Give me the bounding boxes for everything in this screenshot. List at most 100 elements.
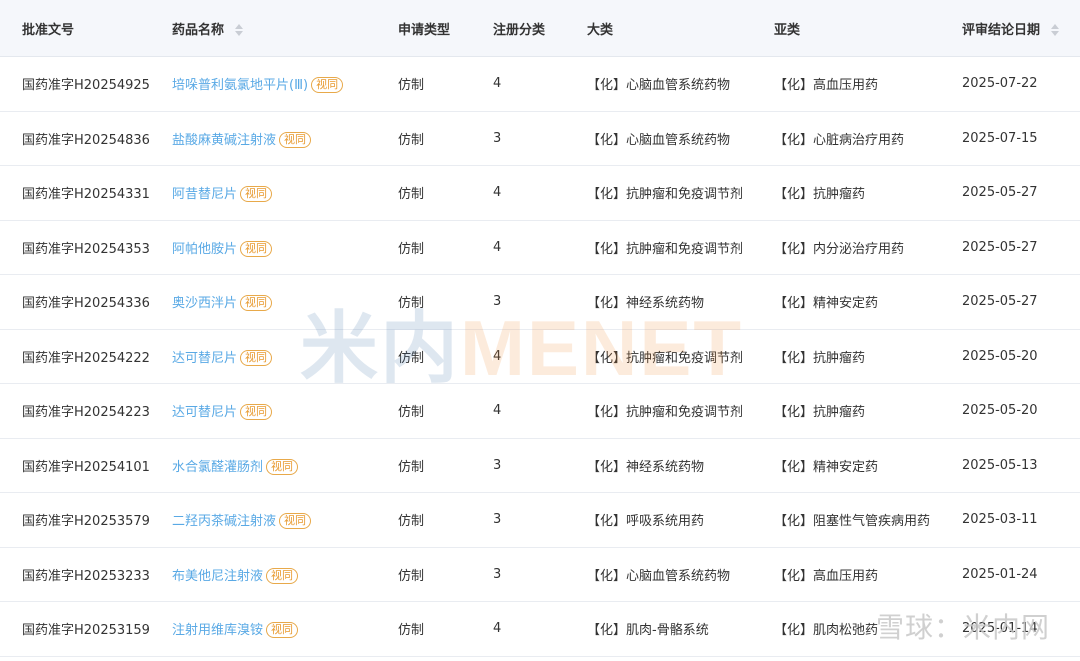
col-header-review-date[interactable]: 评审结论日期	[939, 19, 1080, 38]
drug-name-cell: 奥沙西泮片 视同	[150, 292, 375, 312]
approval-no: 国药准字H20254925	[22, 78, 150, 94]
apply-type: 仿制	[398, 405, 425, 421]
drug-name-link[interactable]: 奥沙西泮片	[172, 296, 237, 311]
approval-no: 国药准字H20254223	[22, 405, 150, 421]
review-date: 2025-03-11	[962, 512, 1038, 528]
drug-name-link[interactable]: 阿昔替尼片	[172, 187, 237, 202]
apply-type: 仿制	[398, 623, 425, 639]
category: 【化】抗肿瘤和免疫调节剂	[587, 405, 744, 421]
table-row: 国药准字H20254353 阿帕他胺片 视同 仿制 4 【化】抗肿瘤和免疫调节剂 【化】内分…	[0, 221, 1080, 275]
review-date: 2025-05-27	[962, 239, 1038, 255]
equivalent-tag: 视同	[240, 404, 273, 421]
approval-no: 国药准字H20253159	[22, 623, 150, 639]
review-date: 2025-01-14	[962, 621, 1038, 637]
drug-name-link[interactable]: 达可替尼片	[172, 351, 237, 366]
subcategory: 【化】高血压用药	[774, 78, 879, 94]
table-body: 国药准字H20254925 培哚普利氨氯地平片(Ⅲ) 视同 仿制 4 【化】心脑血管系统药…	[0, 57, 1080, 657]
equivalent-tag: 视同	[240, 186, 273, 203]
drug-name-cell: 水合氯醛灌肠剂 视同	[150, 456, 375, 475]
subcategory: 【化】抗肿瘤药	[774, 187, 866, 203]
approval-no: 国药准字H20254222	[22, 350, 150, 366]
sort-icon[interactable]	[1050, 24, 1059, 36]
category: 【化】肌肉-骨骼系统	[587, 623, 709, 639]
equivalent-tag: 视同	[266, 622, 299, 639]
reg-class: 4	[493, 76, 502, 92]
review-date: 2025-05-20	[962, 403, 1038, 419]
subcategory: 【化】抗肿瘤药	[774, 405, 866, 421]
equivalent-tag: 视同	[311, 77, 344, 94]
drug-name-link[interactable]: 二羟丙茶碱注射液	[172, 514, 276, 529]
table-row: 国药准字H20254925 培哚普利氨氯地平片(Ⅲ) 视同 仿制 4 【化】心脑血管系统药…	[0, 57, 1080, 112]
review-date: 2025-05-27	[962, 294, 1038, 310]
equivalent-tag: 视同	[266, 567, 299, 584]
table-row: 国药准字H20253159 注射用维库溴铵 视同 仿制 4 【化】肌肉-骨骼系统 【化】肌肉…	[0, 602, 1080, 657]
category: 【化】抗肿瘤和免疫调节剂	[587, 187, 744, 203]
category: 【化】抗肿瘤和免疫调节剂	[587, 241, 744, 257]
approval-no: 国药准字H20254353	[22, 241, 150, 257]
apply-type: 仿制	[398, 241, 425, 257]
drug-name-cell: 布美他尼注射液 视同	[150, 565, 375, 584]
table-row: 国药准字H20254101 水合氯醛灌肠剂 视同 仿制 3 【化】神经系统药物 【化】精神安…	[0, 439, 1080, 493]
reg-class: 3	[493, 130, 502, 146]
col-header-review-date-label: 评审结论日期	[962, 22, 1041, 38]
drug-name-cell: 培哚普利氨氯地平片(Ⅲ) 视同	[150, 74, 375, 94]
category: 【化】呼吸系统用药	[587, 514, 705, 530]
table-row: 国药准字H20253579 二羟丙茶碱注射液 视同 仿制 3 【化】呼吸系统用药 【化】阻塞…	[0, 493, 1080, 548]
drug-name-cell: 注射用维库溴铵 视同	[150, 619, 375, 639]
subcategory: 【化】心脏病治疗用药	[774, 132, 905, 148]
drug-name-cell: 盐酸麻黄碱注射液 视同	[150, 129, 375, 148]
approval-no: 国药准字H20253579	[22, 514, 150, 530]
approval-no: 国药准字H20253233	[22, 568, 150, 584]
subcategory: 【化】内分泌治疗用药	[774, 241, 905, 257]
reg-class: 4	[493, 239, 502, 255]
category: 【化】心脑血管系统药物	[587, 132, 731, 148]
equivalent-tag: 视同	[240, 349, 273, 366]
drug-name-link[interactable]: 水合氯醛灌肠剂	[172, 460, 263, 475]
approval-no: 国药准字H20254836	[22, 132, 150, 148]
category: 【化】抗肿瘤和免疫调节剂	[587, 350, 744, 366]
drug-name-link[interactable]: 培哚普利氨氯地平片(Ⅲ)	[172, 78, 308, 93]
col-header-category: 大类	[587, 22, 614, 38]
subcategory: 【化】抗肿瘤药	[774, 350, 866, 366]
review-date: 2025-07-15	[962, 130, 1038, 146]
reg-class: 3	[493, 566, 502, 582]
review-date: 2025-05-13	[962, 457, 1038, 473]
col-header-apply-type: 申请类型	[398, 22, 451, 38]
table-row: 国药准字H20253233 布美他尼注射液 视同 仿制 3 【化】心脑血管系统药物 【化】高…	[0, 548, 1080, 602]
equivalent-tag: 视同	[279, 513, 312, 530]
approval-no: 国药准字H20254336	[22, 296, 150, 312]
approval-no: 国药准字H20254331	[22, 187, 150, 203]
apply-type: 仿制	[398, 514, 425, 530]
reg-class: 3	[493, 294, 502, 310]
category: 【化】神经系统药物	[587, 459, 705, 475]
subcategory: 【化】高血压用药	[774, 568, 879, 584]
equivalent-tag: 视同	[240, 240, 273, 257]
review-date: 2025-07-22	[962, 76, 1038, 92]
review-date: 2025-05-27	[962, 185, 1038, 201]
col-header-drug-name[interactable]: 药品名称	[150, 19, 375, 38]
table-row: 国药准字H20254331 阿昔替尼片 视同 仿制 4 【化】抗肿瘤和免疫调节剂 【化】抗肿…	[0, 166, 1080, 221]
table-row: 国药准字H20254222 达可替尼片 视同 仿制 4 【化】抗肿瘤和免疫调节剂 【化】抗肿…	[0, 330, 1080, 384]
subcategory: 【化】阻塞性气管疾病用药	[774, 514, 931, 530]
drug-name-link[interactable]: 达可替尼片	[172, 405, 237, 420]
apply-type: 仿制	[398, 78, 425, 94]
table-row: 国药准字H20254836 盐酸麻黄碱注射液 视同 仿制 3 【化】心脑血管系统药物 【化】…	[0, 112, 1080, 166]
drug-name-cell: 达可替尼片 视同	[150, 401, 375, 421]
reg-class: 4	[493, 348, 502, 364]
drug-name-link[interactable]: 阿帕他胺片	[172, 242, 237, 257]
table-row: 国药准字H20254223 达可替尼片 视同 仿制 4 【化】抗肿瘤和免疫调节剂 【化】抗肿…	[0, 384, 1080, 439]
drug-name-link[interactable]: 注射用维库溴铵	[172, 623, 263, 638]
drug-name-cell: 达可替尼片 视同	[150, 347, 375, 366]
drug-name-link[interactable]: 布美他尼注射液	[172, 569, 263, 584]
reg-class: 3	[493, 457, 502, 473]
col-header-drug-name-label: 药品名称	[172, 22, 225, 38]
reg-class: 4	[493, 185, 502, 201]
apply-type: 仿制	[398, 296, 425, 312]
drug-name-cell: 二羟丙茶碱注射液 视同	[150, 510, 375, 530]
col-header-approval-no: 批准文号	[22, 22, 75, 38]
category: 【化】心脑血管系统药物	[587, 568, 731, 584]
drug-name-cell: 阿昔替尼片 视同	[150, 183, 375, 203]
sort-icon[interactable]	[234, 24, 243, 36]
apply-type: 仿制	[398, 350, 425, 366]
drug-name-link[interactable]: 盐酸麻黄碱注射液	[172, 133, 276, 148]
